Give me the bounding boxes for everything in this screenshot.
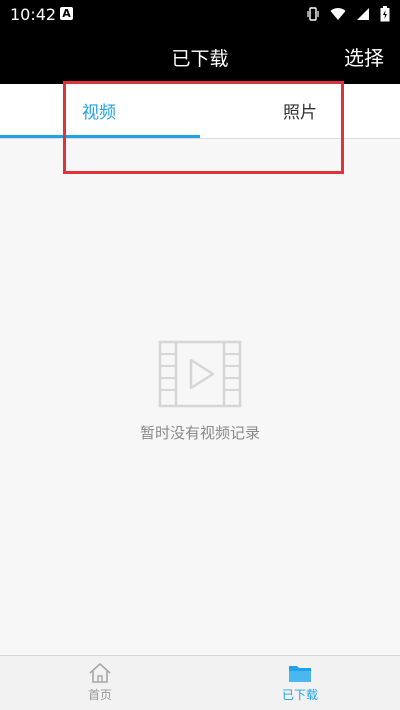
wifi-icon (330, 8, 346, 20)
vibrate-icon (307, 7, 319, 21)
tab-videos[interactable]: 视频 (0, 84, 200, 138)
status-time: 10:42 (10, 5, 57, 24)
signal-icon (357, 8, 369, 20)
select-button[interactable]: 选择 (344, 42, 384, 71)
nav-home[interactable]: 首页 (0, 656, 200, 710)
app-header: 已下载 选择 (0, 28, 400, 84)
tab-photos-label: 照片 (283, 103, 317, 123)
video-film-icon (158, 340, 242, 408)
page-title: 已下载 (171, 48, 229, 70)
battery-icon (380, 6, 390, 22)
bottom-nav: 首页 已下载 (0, 655, 400, 710)
empty-state: 暂时没有视频记录 (0, 340, 400, 443)
tab-videos-label: 视频 (82, 103, 116, 123)
nav-home-label: 首页 (87, 688, 112, 702)
status-bar: 10:42 A (0, 0, 400, 28)
home-icon (89, 663, 111, 683)
nav-downloaded[interactable]: 已下载 (200, 656, 400, 710)
status-icons (306, 6, 390, 22)
folder-icon (289, 666, 311, 682)
empty-message: 暂时没有视频记录 (139, 424, 260, 442)
notification-app-icon: A (60, 7, 73, 20)
media-tabs: 视频 照片 (0, 84, 400, 139)
active-tab-indicator (0, 135, 200, 138)
tab-photos[interactable]: 照片 (200, 84, 400, 136)
nav-downloaded-label: 已下载 (281, 688, 318, 702)
